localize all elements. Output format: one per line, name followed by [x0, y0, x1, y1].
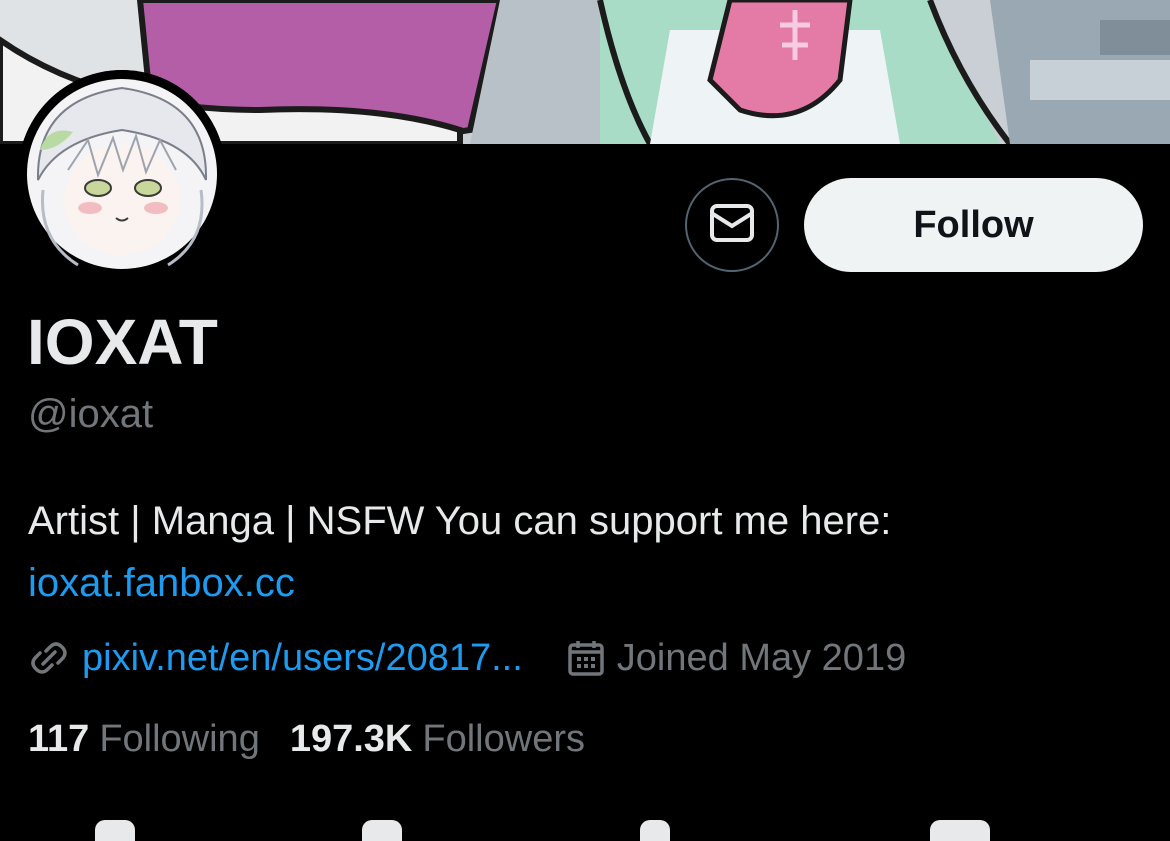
link-icon — [28, 637, 70, 679]
display-name: IOXAT — [27, 306, 218, 378]
joined-date: Joined May 2019 — [616, 636, 907, 679]
profile-meta: pixiv.net/en/users/20817... Joined May 2… — [28, 632, 906, 684]
following-link[interactable]: 117 Following — [28, 718, 260, 761]
tab-peek-4[interactable] — [930, 820, 990, 841]
followers-count: 197.3K — [289, 718, 413, 760]
website-link[interactable]: pixiv.net/en/users/20817... — [82, 637, 523, 680]
bio-text: Artist | Manga | NSFW You can support me… — [28, 499, 892, 543]
tab-peek-2[interactable] — [362, 820, 402, 841]
bio-link[interactable]: ioxat.fanbox.cc — [28, 552, 1148, 614]
followers-label: Followers — [422, 718, 585, 760]
calendar-icon — [567, 639, 605, 677]
followers-link[interactable]: 197.3K Followers — [290, 718, 585, 761]
following-label: Following — [99, 718, 260, 760]
website-item[interactable]: pixiv.net/en/users/20817... — [28, 637, 523, 680]
message-button[interactable] — [685, 178, 779, 272]
profile-avatar[interactable] — [18, 70, 226, 278]
tab-peek-1[interactable] — [95, 820, 135, 841]
profile-bio: Artist | Manga | NSFW You can support me… — [28, 490, 1148, 614]
following-count: 117 — [28, 718, 90, 760]
user-handle: @ioxat — [28, 392, 154, 436]
profile-tabs — [0, 820, 1170, 841]
joined-item: Joined May 2019 — [567, 637, 906, 680]
envelope-icon — [709, 203, 755, 248]
follow-button[interactable]: Follow — [804, 178, 1143, 272]
profile-stats: 117 Following 197.3K Followers — [28, 718, 585, 761]
tab-peek-3[interactable] — [640, 820, 670, 841]
